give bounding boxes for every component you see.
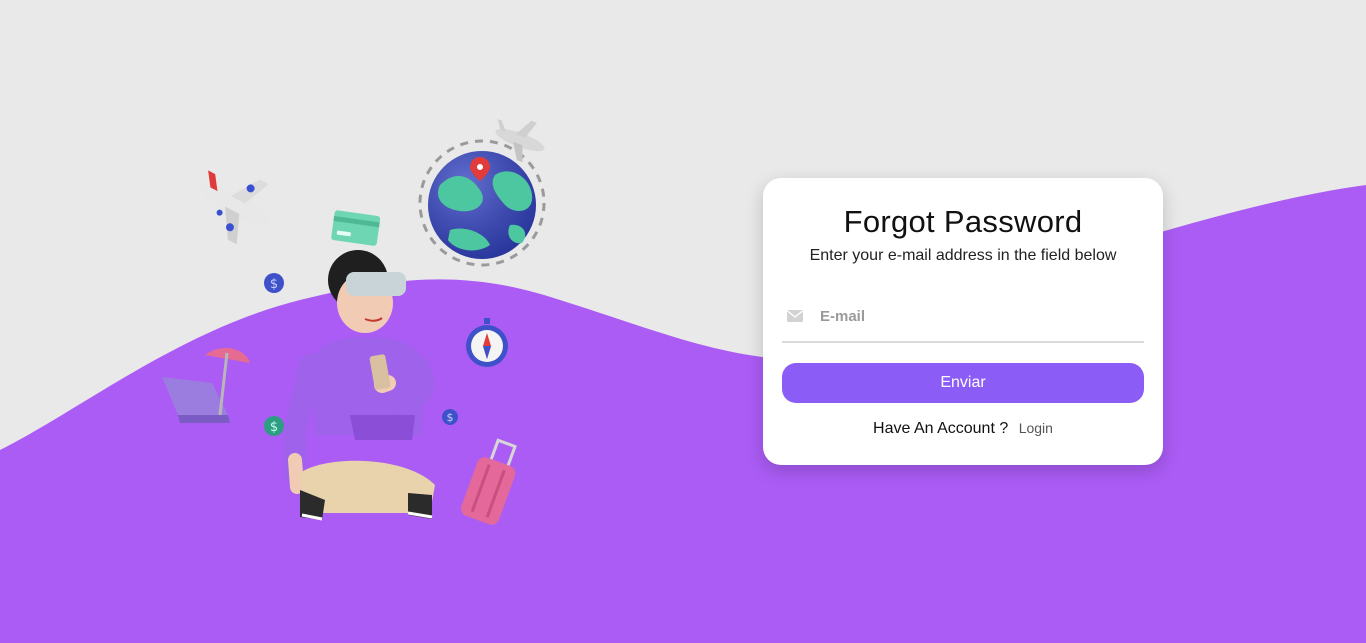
airplane-icon — [201, 170, 269, 245]
forgot-password-card: Forgot Password Enter your e-mail addres… — [763, 178, 1163, 465]
page-subtitle: Enter your e-mail address in the field b… — [809, 247, 1117, 264]
suitcase-icon — [461, 438, 517, 525]
svg-text:$: $ — [447, 411, 454, 424]
beach-chair-icon — [162, 348, 250, 423]
credit-card-icon — [331, 210, 381, 246]
globe-icon — [428, 151, 536, 259]
account-row: Have An Account ? Login — [782, 420, 1144, 438]
email-field-container — [782, 297, 1144, 343]
email-field[interactable] — [818, 306, 1144, 326]
envelope-icon — [787, 310, 803, 322]
login-link[interactable]: Login — [1019, 420, 1053, 436]
svg-text:$: $ — [270, 277, 278, 292]
compass-icon — [466, 318, 508, 367]
page-title: Forgot Password — [843, 204, 1083, 239]
svg-text:$: $ — [270, 420, 278, 435]
vr-headset-person — [283, 250, 435, 521]
travel-illustration: $ $ $ — [162, 119, 546, 525]
submit-button[interactable]: Enviar — [782, 363, 1144, 403]
account-prompt: Have An Account ? — [873, 420, 1009, 437]
